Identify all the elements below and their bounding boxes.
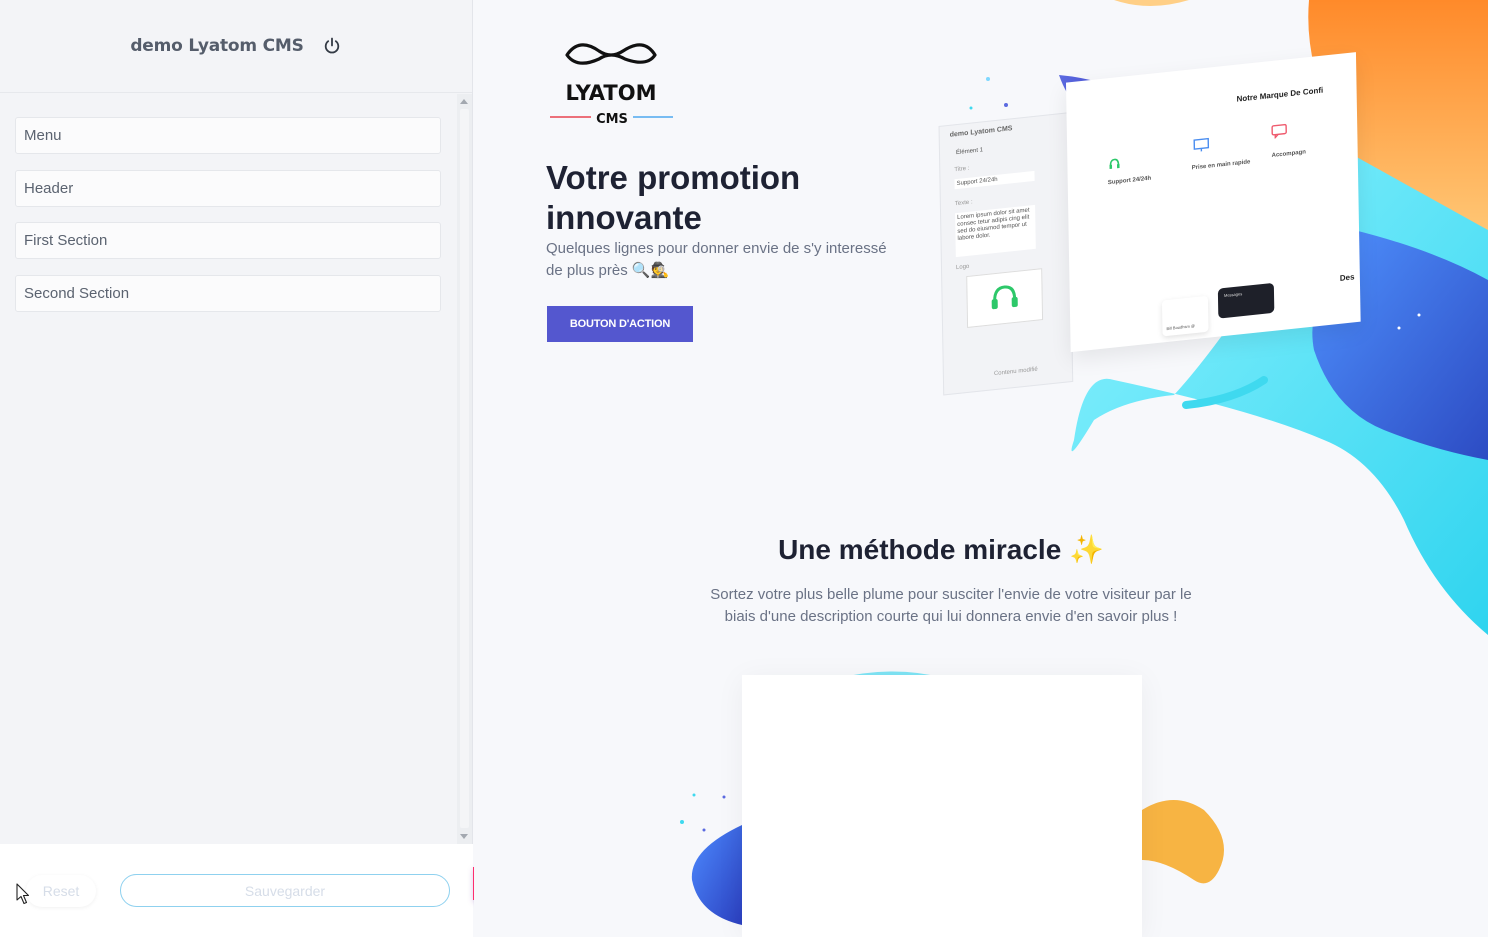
mockup-field-logo: Logo: [955, 263, 970, 272]
scroll-up-arrow-icon[interactable]: [460, 99, 468, 104]
mockup-page: Notre Marque De Confi Support 24/24h Pri…: [1065, 52, 1361, 353]
sidebar-scrollbar[interactable]: [457, 94, 472, 844]
mockup-messages-card: Messages: [1217, 282, 1275, 319]
scroll-thumb[interactable]: [460, 109, 469, 828]
site-preview: LYATOM CMS Votre promotion innovante Que…: [474, 0, 1488, 937]
section-item-first-section[interactable]: First Section: [15, 222, 441, 259]
mockup-element: Élément 1: [955, 147, 984, 157]
power-icon[interactable]: [322, 36, 342, 56]
section-item-label: Menu: [24, 127, 62, 144]
mockup-field-text-value: Lorem ipsum dolor sit amet consec tetur …: [955, 204, 1036, 258]
cursor-icon: [16, 883, 30, 905]
section-title: Une méthode miracle ✨: [778, 534, 1104, 565]
section-item-menu[interactable]: Menu: [15, 117, 441, 154]
logo-name: LYATOM: [565, 81, 656, 105]
mockup-des: Des: [1339, 272, 1355, 283]
monitor-icon: [1193, 137, 1210, 152]
mockup-content-modified: Contenu modifié: [993, 366, 1038, 378]
mockup-author-card: Bill Boudhsm @: [1161, 295, 1209, 337]
section-item-label: Header: [24, 179, 74, 197]
lyatom-logo: LYATOM CMS: [550, 43, 673, 127]
scroll-down-arrow-icon[interactable]: [460, 834, 468, 839]
logo-sub: CMS: [596, 112, 628, 127]
headset-icon: [1109, 158, 1120, 170]
mockup-app-title: demo Lyatom CMS: [949, 125, 1013, 139]
mockup-feature-title: Support 24/24h: [1107, 175, 1152, 187]
cms-mockup-image: demo Lyatom CMS Élément 1 Titre : Suppor…: [938, 52, 1363, 396]
reset-button[interactable]: Reset: [26, 875, 96, 907]
sidebar-header: demo Lyatom CMS: [0, 0, 472, 93]
hero-title: Votre promotion innovante: [546, 159, 801, 236]
section-description: Sortez votre plus belle plume pour susci…: [710, 586, 1192, 625]
mockup-field-text: Texte :: [954, 199, 973, 208]
mockup-author: Bill Boudhsm @: [1166, 323, 1195, 332]
hero-action-button[interactable]: BOUTON D'ACTION: [547, 306, 693, 342]
mockup-field-title: Titre :: [954, 165, 970, 174]
section-item-label: Second Section: [24, 284, 130, 302]
chat-icon: [1271, 123, 1287, 140]
second-section-image: [742, 675, 1142, 937]
hero-subtitle: Quelques lignes pour donner envie de s'y…: [546, 240, 887, 279]
section-list: Menu Header First Section Second Section: [0, 94, 457, 844]
section-item-label: First Section: [24, 232, 108, 249]
section-item-header[interactable]: Header: [15, 169, 441, 207]
save-button[interactable]: Sauvegarder: [120, 874, 450, 907]
mockup-logo-box: [966, 268, 1044, 328]
mockup-feature-title: Accompagn: [1271, 149, 1306, 159]
mockup-brand-heading: Notre Marque De Confi: [1236, 85, 1324, 104]
app-title: demo Lyatom CMS: [130, 36, 304, 56]
mockup-messages: Messages: [1223, 291, 1243, 299]
mockup-sidebar: demo Lyatom CMS Élément 1 Titre : Suppor…: [938, 112, 1074, 396]
mockup-field-title-value: Support 24/24h: [954, 170, 1035, 190]
headset-icon: [991, 285, 1018, 310]
mockup-feature-title: Prise en main rapide: [1191, 159, 1251, 172]
section-item-second-section[interactable]: Second Section: [15, 274, 441, 312]
cms-sidebar: demo Lyatom CMS Menu Header First Sectio…: [0, 0, 473, 937]
